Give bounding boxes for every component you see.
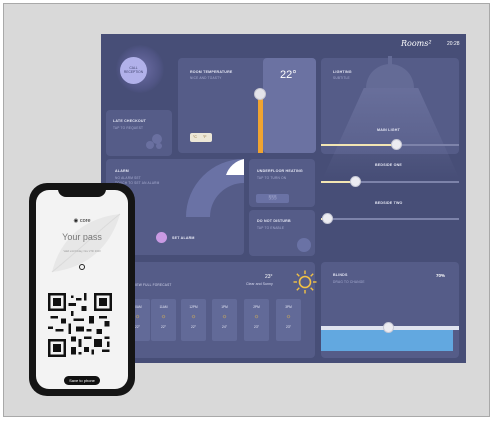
phone-screen: ◉ core Your pass Valid until Friday, Nov… [36, 190, 128, 389]
forecast-time: 1PM [221, 305, 228, 309]
forecast-time: 3PM [285, 305, 292, 309]
room-temperature-subtitle: NICE AND TOASTY [190, 76, 222, 80]
set-alarm-label[interactable]: SET ALARM [172, 236, 195, 240]
alarm-title: ALARM [115, 169, 129, 173]
forecast-temp: 22° [191, 325, 196, 329]
forecast-tile: 1PM ☼ 24° [212, 299, 237, 341]
phone-notch [58, 187, 106, 197]
late-checkout-title: LATE CHECKOUT [113, 119, 147, 123]
forecast-temp: 22° [161, 325, 166, 329]
bell-icon[interactable] [156, 232, 167, 243]
temperature-value: 22° [280, 69, 297, 81]
do-not-disturb-subtitle: TAP TO ENABLE [257, 226, 285, 230]
bedside-two-label: BEDSIDE TWO [375, 201, 403, 205]
bedside-two-track[interactable] [321, 218, 459, 220]
brand-row: ◉ core [36, 218, 128, 224]
alarm-subtitle: NO ALARM SET [115, 176, 141, 180]
sun-icon: ☼ [285, 314, 292, 320]
main-light-label: MAIN LIGHT [377, 128, 400, 132]
moon-icon [146, 134, 162, 149]
sun-icon: ☼ [253, 314, 260, 320]
forecast-tile: 11AM ☼ 22° [151, 299, 176, 341]
unit-fahrenheit[interactable]: °F [203, 135, 207, 139]
sun-icon: ☼ [190, 314, 197, 320]
call-reception-button[interactable]: CALL RECEPTION [120, 57, 147, 84]
bedside-one-knob[interactable] [350, 176, 361, 187]
view-full-forecast-link[interactable]: VIEW FULL FORECAST [133, 283, 172, 287]
forecast-temp: 23° [254, 325, 259, 329]
sun-icon: ☼ [221, 314, 228, 320]
brand-name: core [79, 218, 91, 224]
forecast-temp: 23° [286, 325, 291, 329]
dnd-toggle[interactable] [297, 238, 311, 252]
forecast-tile: 12PM ☼ 22° [181, 299, 206, 341]
brand-icon: ◉ [73, 218, 79, 224]
bedside-one-label: BEDSIDE ONE [375, 163, 402, 167]
pass-validity: Valid until Friday, Nov 27th 2020 [63, 250, 101, 253]
forecast-time: 11AM [159, 305, 168, 309]
temperature-bar [258, 95, 263, 153]
forecast-tile: 2PM ☼ 23° [244, 299, 269, 341]
sun-icon: ☼ [160, 314, 167, 320]
clock: 20:28 [447, 41, 460, 47]
save-to-phone-button[interactable]: Save to phone [64, 376, 100, 385]
main-light-knob[interactable] [391, 139, 402, 150]
forecast-tile: 3PM ☼ 23° [276, 299, 301, 341]
forecast-time: 12PM [189, 305, 198, 309]
heating-icon: §§§ [256, 194, 289, 203]
current-temperature: 23° [265, 274, 273, 280]
qr-code-icon [48, 293, 112, 357]
forecast-time: 2PM [253, 305, 260, 309]
lighting-title: LIGHTING [333, 70, 352, 74]
underfloor-heating-title: UNDERFLOOR HEATING [257, 169, 303, 173]
bedside-two-knob[interactable] [322, 213, 333, 224]
weather-condition: Clear and Sunny [246, 282, 273, 286]
blinds-title: BLINDS [333, 273, 348, 277]
sun-icon [293, 270, 317, 294]
blinds-subtitle: DRAG TO CHANGE [333, 280, 365, 284]
blinds-fill [321, 330, 453, 351]
blinds-knob[interactable] [383, 322, 394, 333]
lighting-subtitle: SUBTITLE [333, 76, 350, 80]
underfloor-heating-subtitle: TAP TO TURN ON [257, 176, 287, 180]
room-temperature-title: ROOM TEMPERATURE [190, 70, 233, 74]
late-checkout-subtitle: TAP TO REQUEST [113, 126, 144, 130]
temperature-slider-knob[interactable] [254, 88, 266, 100]
forecast-temp: 24° [222, 325, 227, 329]
do-not-disturb-title: DO NOT DISTURB [257, 219, 291, 223]
hotel-dashboard: Rooms² 20:28 CALL RECEPTION ROOM TEMPERA… [101, 34, 466, 363]
brand-logo: Rooms² [401, 39, 432, 48]
pass-dot-icon [79, 264, 85, 270]
unit-toggle[interactable]: °C °F [190, 133, 212, 142]
blinds-value: 70% [436, 273, 446, 278]
main-light-fill [321, 144, 397, 146]
unit-celsius[interactable]: °C [193, 135, 197, 139]
pass-title: Your pass [62, 232, 102, 242]
alarm-dial [186, 159, 244, 217]
